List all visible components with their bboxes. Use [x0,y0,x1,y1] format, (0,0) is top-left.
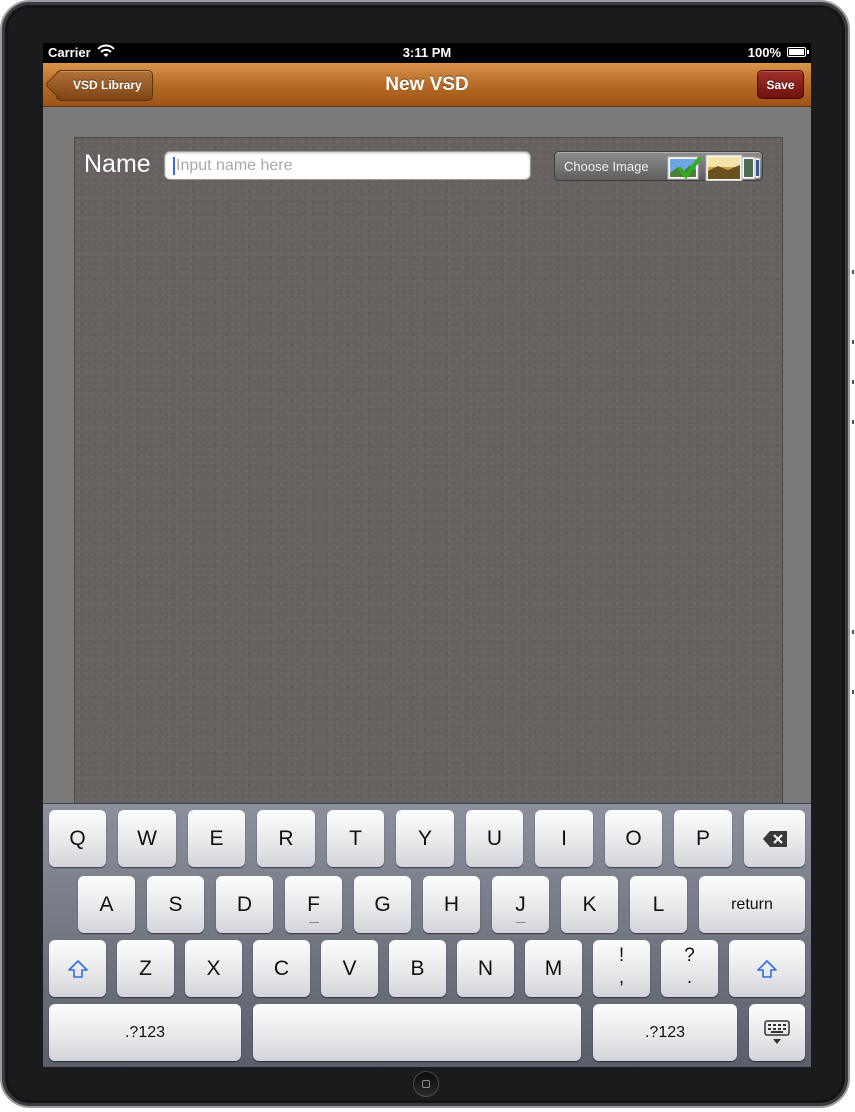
key-j[interactable]: J [492,876,549,933]
key-k[interactable]: K [561,876,618,933]
shift-icon [757,959,777,978]
key-x[interactable]: X [185,940,242,997]
key-exclaim-comma[interactable]: ! , [593,940,650,997]
key-v[interactable]: V [321,940,378,997]
choose-image-label: Choose Image [564,159,649,174]
navigation-bar: VSD Library New VSD Save [43,63,811,107]
name-input-placeholder: Input name here [176,157,293,174]
key-n[interactable]: N [457,940,514,997]
key-s[interactable]: S [147,876,204,933]
save-button[interactable]: Save [757,70,804,99]
vsd-canvas: Name Input name here Choose Image [74,137,783,819]
key-question-label: ? [684,945,695,966]
keyboard-dismiss-icon [764,1019,790,1044]
shift-key-left[interactable] [49,940,106,997]
shift-icon [67,959,88,978]
key-comma-label: , [618,967,625,988]
key-z[interactable]: Z [117,940,174,997]
key-a[interactable]: A [78,876,135,933]
key-t[interactable]: T [327,810,384,867]
return-key[interactable]: return [699,876,805,933]
choose-image-button[interactable]: Choose Image [554,151,763,181]
key-e[interactable]: E [188,810,245,867]
key-m[interactable]: M [525,940,582,997]
numbers-key-left[interactable]: .?123 [49,1004,241,1061]
space-key[interactable] [253,1004,581,1061]
key-question-period[interactable]: ? . [661,940,718,997]
key-f[interactable]: F [285,876,342,933]
image-gallery-icon [667,154,761,181]
key-l[interactable]: L [630,876,687,933]
home-row-mark [515,922,526,923]
screen: Carrier 3:11 PM 100% VSD Library New VSD… [43,43,811,1067]
key-j-label: J [515,893,526,916]
home-button[interactable] [413,1071,439,1097]
key-q[interactable]: Q [49,810,106,867]
key-f-label: F [307,893,320,916]
key-r[interactable]: R [257,810,315,867]
onscreen-keyboard: Q W E R T Y U I O P A S D F G H J K L re… [43,803,811,1067]
name-label: Name [84,150,151,178]
key-p[interactable]: P [674,810,732,867]
numbers-key-right[interactable]: .?123 [593,1004,737,1061]
home-row-mark [308,922,319,923]
key-o[interactable]: O [605,810,662,867]
key-period-label: . [686,967,693,988]
key-b[interactable]: B [389,940,446,997]
back-button-label: VSD Library [73,78,142,92]
clock: 3:11 PM [402,45,452,60]
key-y[interactable]: Y [396,810,454,867]
key-w[interactable]: W [118,810,176,867]
status-bar: Carrier 3:11 PM 100% [43,43,811,63]
key-h[interactable]: H [423,876,480,933]
battery-percent: 100% [747,45,781,60]
name-input[interactable]: Input name here [164,151,531,180]
backspace-key[interactable] [744,810,805,867]
key-d[interactable]: D [216,876,273,933]
text-caret [173,157,175,175]
key-exclaim-label: ! [618,945,625,966]
key-g[interactable]: G [354,876,411,933]
key-u[interactable]: U [466,810,523,867]
key-i[interactable]: I [535,810,593,867]
page-title: New VSD [385,74,469,95]
battery-icon [787,47,809,57]
key-c[interactable]: C [253,940,310,997]
shift-key-right[interactable] [729,940,805,997]
backspace-icon [762,830,787,847]
dismiss-keyboard-key[interactable] [749,1004,805,1061]
